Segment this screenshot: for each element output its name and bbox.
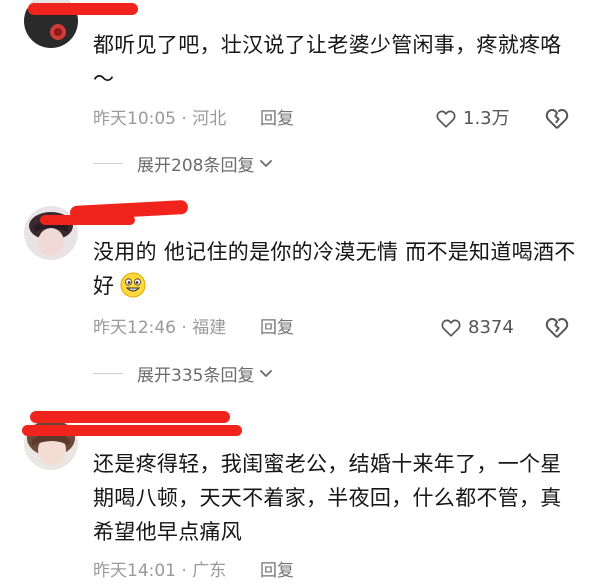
comment-text-content: 没用的 他记住的是你的冷漠无情 而不是知道喝酒不好 bbox=[93, 240, 576, 298]
like-button[interactable]: 1.3万 bbox=[435, 106, 510, 132]
dislike-button[interactable] bbox=[544, 315, 570, 341]
redacted-username bbox=[28, 3, 138, 15]
expand-replies-label: 展开208条回复 bbox=[137, 155, 255, 176]
heart-outline-icon bbox=[441, 319, 461, 337]
chevron-down-icon bbox=[260, 160, 273, 167]
broken-heart-icon bbox=[545, 318, 569, 338]
expand-replies-label: 展开335条回复 bbox=[137, 365, 255, 386]
comment-text: 还是疼得轻，我闺蜜老公，结婚十来年了，一个星期喝八顿，天天不着家，半夜回，什么都… bbox=[93, 452, 562, 544]
redacted-username bbox=[40, 215, 135, 225]
like-button[interactable]: 8374 bbox=[440, 315, 514, 341]
heart-outline-icon bbox=[436, 110, 456, 128]
reply-button[interactable]: 回复 bbox=[260, 106, 294, 132]
chevron-down-icon bbox=[260, 370, 273, 377]
reply-button[interactable]: 回复 bbox=[260, 315, 294, 341]
grinning-face-emoji bbox=[120, 272, 146, 298]
comment-time-location: 昨天14:01 · 广东 bbox=[93, 561, 227, 581]
reply-button[interactable]: 回复 bbox=[260, 558, 294, 584]
redacted-username bbox=[30, 411, 230, 423]
expand-replies-button[interactable]: 展开335条回复 bbox=[93, 360, 274, 386]
comment-time-location: 昨天12:46 · 福建 bbox=[93, 318, 227, 338]
broken-heart-icon bbox=[545, 109, 569, 129]
dislike-button[interactable] bbox=[544, 106, 570, 132]
divider bbox=[93, 372, 123, 374]
comment-text: 没用的 他记住的是你的冷漠无情 而不是知道喝酒不好 bbox=[93, 235, 581, 303]
like-count: 8374 bbox=[468, 317, 514, 338]
comment-time-location: 昨天10:05 · 河北 bbox=[93, 109, 227, 129]
redacted-username bbox=[22, 425, 242, 436]
like-count: 1.3万 bbox=[463, 108, 510, 129]
expand-replies-button[interactable]: 展开208条回复 bbox=[93, 150, 274, 176]
divider bbox=[93, 162, 123, 164]
comment-text: 都听见了吧，壮汉说了让老婆少管闲事，疼就疼咯～ bbox=[93, 33, 562, 91]
